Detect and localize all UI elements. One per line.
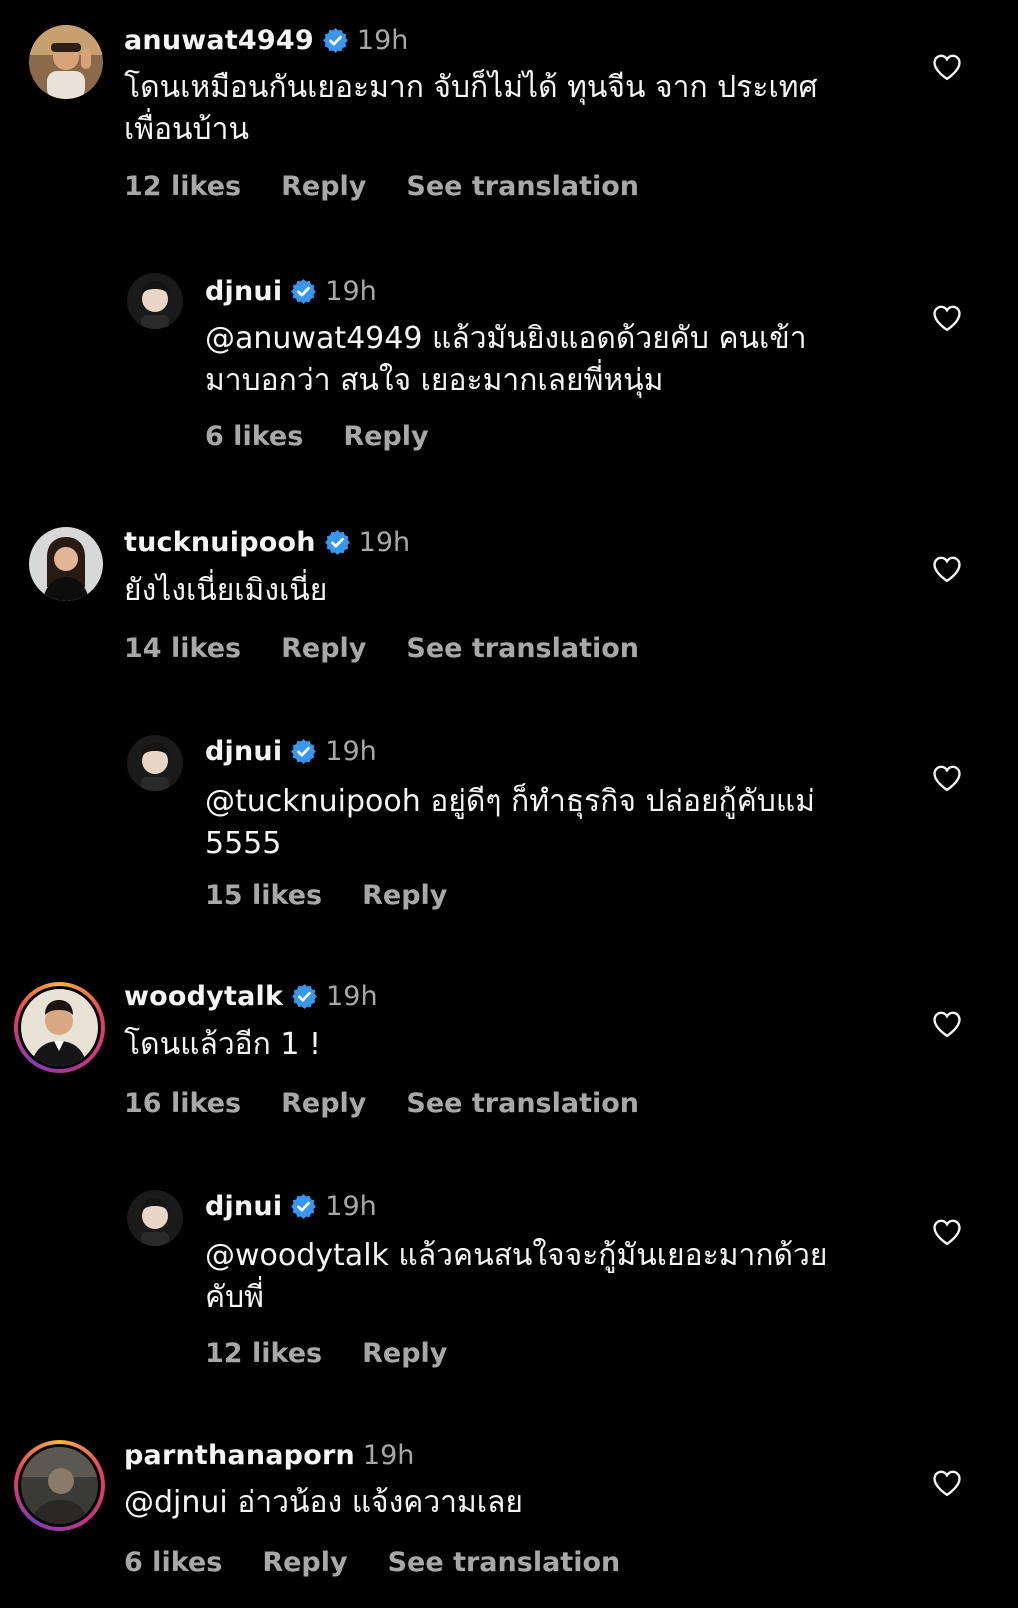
timestamp: 19h bbox=[326, 980, 378, 1012]
verified-badge-icon bbox=[323, 27, 348, 53]
reply-button[interactable]: Reply bbox=[281, 633, 366, 664]
reply-button[interactable]: Reply bbox=[262, 1547, 347, 1578]
comment-text: โดนเหมือนกันเยอะมาก จับก็ไม่ได้ ทุนจีน จ… bbox=[124, 70, 818, 147]
timestamp: 19h bbox=[325, 735, 377, 767]
see-translation-button[interactable]: See translation bbox=[388, 1547, 621, 1578]
reply-button[interactable]: Reply bbox=[362, 880, 447, 911]
reply-button[interactable]: Reply bbox=[281, 171, 366, 202]
heart-outline-icon[interactable] bbox=[932, 1010, 962, 1038]
username[interactable]: djnui bbox=[205, 736, 282, 767]
username[interactable]: woodytalk bbox=[124, 981, 283, 1012]
likes-count[interactable]: 14 likes bbox=[124, 633, 241, 664]
likes-count[interactable]: 16 likes bbox=[124, 1088, 241, 1119]
timestamp: 19h bbox=[356, 24, 409, 56]
heart-outline-icon[interactable] bbox=[932, 555, 962, 583]
avatar[interactable] bbox=[127, 735, 183, 791]
comment-text: @woodytalk แล้วคนสนใจจะกู้มันเยอะมากด้วย… bbox=[205, 1238, 828, 1315]
comment-text: โดนแล้วอีก 1 ! bbox=[124, 1027, 322, 1062]
see-translation-button[interactable]: See translation bbox=[406, 633, 639, 664]
likes-count[interactable]: 15 likes bbox=[205, 880, 322, 911]
verified-badge-icon bbox=[291, 278, 317, 304]
avatar-story-ring[interactable] bbox=[14, 1440, 105, 1531]
username[interactable]: djnui bbox=[205, 1191, 282, 1222]
likes-count[interactable]: 6 likes bbox=[205, 421, 303, 452]
avatar bbox=[21, 989, 98, 1066]
heart-outline-icon[interactable] bbox=[932, 1218, 962, 1246]
username[interactable]: djnui bbox=[205, 276, 282, 307]
avatar[interactable] bbox=[29, 25, 103, 99]
heart-outline-icon[interactable] bbox=[932, 764, 962, 792]
verified-badge-icon bbox=[292, 983, 317, 1009]
timestamp: 19h bbox=[325, 275, 377, 307]
verified-badge-icon bbox=[324, 529, 350, 555]
username[interactable]: anuwat4949 bbox=[124, 25, 314, 56]
heart-outline-icon[interactable] bbox=[932, 304, 962, 332]
reply-button[interactable]: Reply bbox=[343, 421, 428, 452]
verified-badge-icon bbox=[291, 738, 317, 764]
see-translation-button[interactable]: See translation bbox=[406, 171, 639, 202]
reply-button[interactable]: Reply bbox=[281, 1088, 366, 1119]
avatar bbox=[21, 1447, 98, 1524]
username[interactable]: parnthanaporn bbox=[124, 1440, 355, 1471]
avatar[interactable] bbox=[29, 527, 103, 601]
see-translation-button[interactable]: See translation bbox=[406, 1088, 639, 1119]
avatar-story-ring[interactable] bbox=[14, 982, 105, 1073]
avatar[interactable] bbox=[127, 273, 183, 329]
username[interactable]: tucknuipooh bbox=[124, 527, 316, 558]
likes-count[interactable]: 6 likes bbox=[124, 1547, 222, 1578]
comment-text: ยังไงเนี่ยเมิงเนี่ย bbox=[124, 573, 328, 608]
comment-text: @djnui อ่าวน้อง แจ้งความเลย bbox=[124, 1485, 524, 1520]
verified-badge-icon bbox=[291, 1193, 317, 1219]
reply-button[interactable]: Reply bbox=[362, 1338, 447, 1369]
heart-outline-icon[interactable] bbox=[932, 53, 962, 81]
likes-count[interactable]: 12 likes bbox=[205, 1338, 322, 1369]
comment-text: @tucknuipooh อยู่ดีๆ ก็ทำธุรกิจ ปล่อยกู้… bbox=[205, 784, 815, 861]
timestamp: 19h bbox=[362, 1439, 415, 1471]
avatar[interactable] bbox=[127, 1190, 183, 1246]
timestamp: 19h bbox=[325, 1190, 377, 1222]
likes-count[interactable]: 12 likes bbox=[124, 171, 241, 202]
timestamp: 19h bbox=[358, 526, 411, 558]
heart-outline-icon[interactable] bbox=[932, 1469, 962, 1497]
comment-text: @anuwat4949 แล้วมันยิงแอดด้วยคับ คนเข้าม… bbox=[205, 321, 807, 398]
